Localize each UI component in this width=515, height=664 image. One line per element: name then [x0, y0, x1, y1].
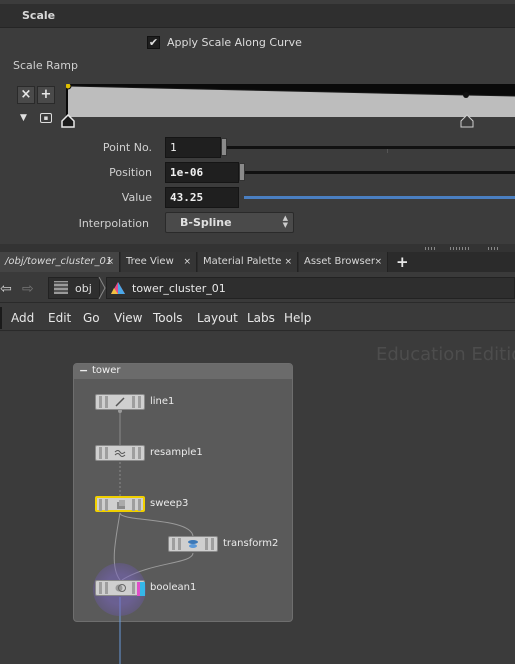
pane-tab-bar: /obj/tower_cluster_01 × Tree View × Mate…	[0, 252, 515, 272]
node-line1[interactable]	[95, 394, 145, 410]
point-no-slider-tick	[387, 149, 388, 153]
interpolation-label: Interpolation	[78, 217, 149, 230]
node-label-transform2[interactable]: transform2	[223, 538, 278, 549]
value-label: Value	[121, 191, 152, 204]
position-slider[interactable]	[244, 171, 515, 174]
breadcrumb-node-label[interactable]: tower_cluster_01	[132, 282, 226, 295]
point-no-label: Point No.	[102, 141, 152, 154]
ramp-key-2	[463, 92, 469, 98]
geometry-object-icon	[111, 282, 125, 294]
add-tab-icon[interactable]: +	[396, 252, 409, 272]
pane-splitter[interactable]	[0, 244, 515, 252]
node-label-line1[interactable]: line1	[150, 396, 174, 407]
transform-sop-icon	[188, 540, 198, 548]
splitter-grip-icon[interactable]	[425, 247, 437, 250]
apply-scale-checkbox[interactable]: ✔	[147, 36, 160, 49]
breadcrumb-separator-icon	[98, 277, 106, 299]
tab-material-palette[interactable]: Material Palette ×	[198, 252, 298, 272]
close-icon[interactable]: ×	[374, 252, 382, 272]
menu-layout[interactable]: Layout	[197, 311, 238, 325]
tab-network-view[interactable]: /obj/tower_cluster_01 ×	[0, 252, 120, 272]
ramp-menu-icon[interactable]: ▼	[20, 113, 27, 123]
back-arrow-icon[interactable]: ⇦	[0, 281, 12, 297]
dropdown-arrows-icon: ▲ ▼	[282, 214, 288, 229]
sweep-sop-icon	[117, 500, 125, 509]
forward-arrow-icon[interactable]: ⇨	[22, 281, 34, 297]
menu-tools[interactable]: Tools	[153, 311, 183, 325]
point-no-field[interactable]: 1	[165, 137, 221, 158]
node-label-resample1[interactable]: resample1	[150, 447, 203, 458]
line-sop-icon	[115, 397, 125, 407]
value-slider[interactable]	[244, 196, 515, 199]
ramp-delete-point-button[interactable]: ×	[17, 86, 35, 104]
menu-view[interactable]: View	[114, 311, 142, 325]
point-no-slider-handle[interactable]	[221, 138, 227, 156]
tab-label: Asset Browser	[304, 256, 376, 267]
node-resample1[interactable]	[95, 445, 145, 461]
position-slider-handle[interactable]	[239, 163, 245, 181]
splitter-grip-icon[interactable]	[450, 247, 470, 250]
menu-go[interactable]: Go	[83, 311, 100, 325]
ramp-frame-icon[interactable]: ▪	[40, 113, 52, 123]
apply-scale-label[interactable]: Apply Scale Along Curve	[167, 36, 302, 49]
tab-tree-view[interactable]: Tree View ×	[121, 252, 197, 272]
menu-labs[interactable]: Labs	[247, 311, 275, 325]
resample-sop-icon	[114, 450, 126, 457]
node-wires	[113, 409, 194, 664]
close-icon[interactable]: ×	[284, 252, 292, 272]
ramp-handle-2[interactable]	[460, 114, 474, 128]
splitter-grip-icon[interactable]	[488, 247, 500, 250]
breadcrumb-obj-label[interactable]: obj	[75, 282, 92, 295]
scale-ramp-label: Scale Ramp	[13, 59, 78, 72]
node-label-boolean1[interactable]: boolean1	[150, 582, 196, 593]
obj-network-icon	[54, 281, 68, 294]
boolean-sop-icon	[115, 584, 126, 592]
position-label: Position	[109, 166, 152, 179]
node-sweep3[interactable]	[95, 496, 145, 512]
node-transform2[interactable]	[168, 536, 218, 552]
menu-add[interactable]: Add	[11, 311, 34, 325]
position-field[interactable]: 1e-06	[165, 162, 239, 183]
boolean-display-flag[interactable]	[140, 582, 145, 596]
ramp-key-1	[66, 84, 72, 90]
ramp-handle-1[interactable]	[61, 114, 75, 128]
ramp-graph[interactable]	[66, 84, 515, 117]
node-label-sweep3[interactable]: sweep3	[150, 498, 188, 509]
menu-edit[interactable]: Edit	[48, 311, 71, 325]
interpolation-dropdown[interactable]: B-Spline ▲ ▼	[165, 212, 294, 233]
point-no-slider[interactable]	[226, 146, 515, 149]
scale-section-header[interactable]: Scale	[0, 4, 515, 28]
interpolation-value: B-Spline	[180, 216, 232, 229]
value-field[interactable]: 43.25	[165, 187, 239, 208]
section-title: Scale	[22, 9, 56, 22]
close-icon[interactable]: ×	[106, 252, 114, 272]
menu-bar-edge	[0, 307, 2, 329]
tab-asset-browser[interactable]: Asset Browser ×	[299, 252, 388, 272]
menu-help[interactable]: Help	[284, 311, 311, 325]
ramp-add-point-button[interactable]: +	[37, 86, 55, 104]
tab-label: /obj/tower_cluster_01	[5, 256, 113, 267]
close-icon[interactable]: ×	[183, 252, 191, 272]
tab-label: Material Palette	[203, 256, 282, 267]
tab-label: Tree View	[126, 256, 174, 267]
